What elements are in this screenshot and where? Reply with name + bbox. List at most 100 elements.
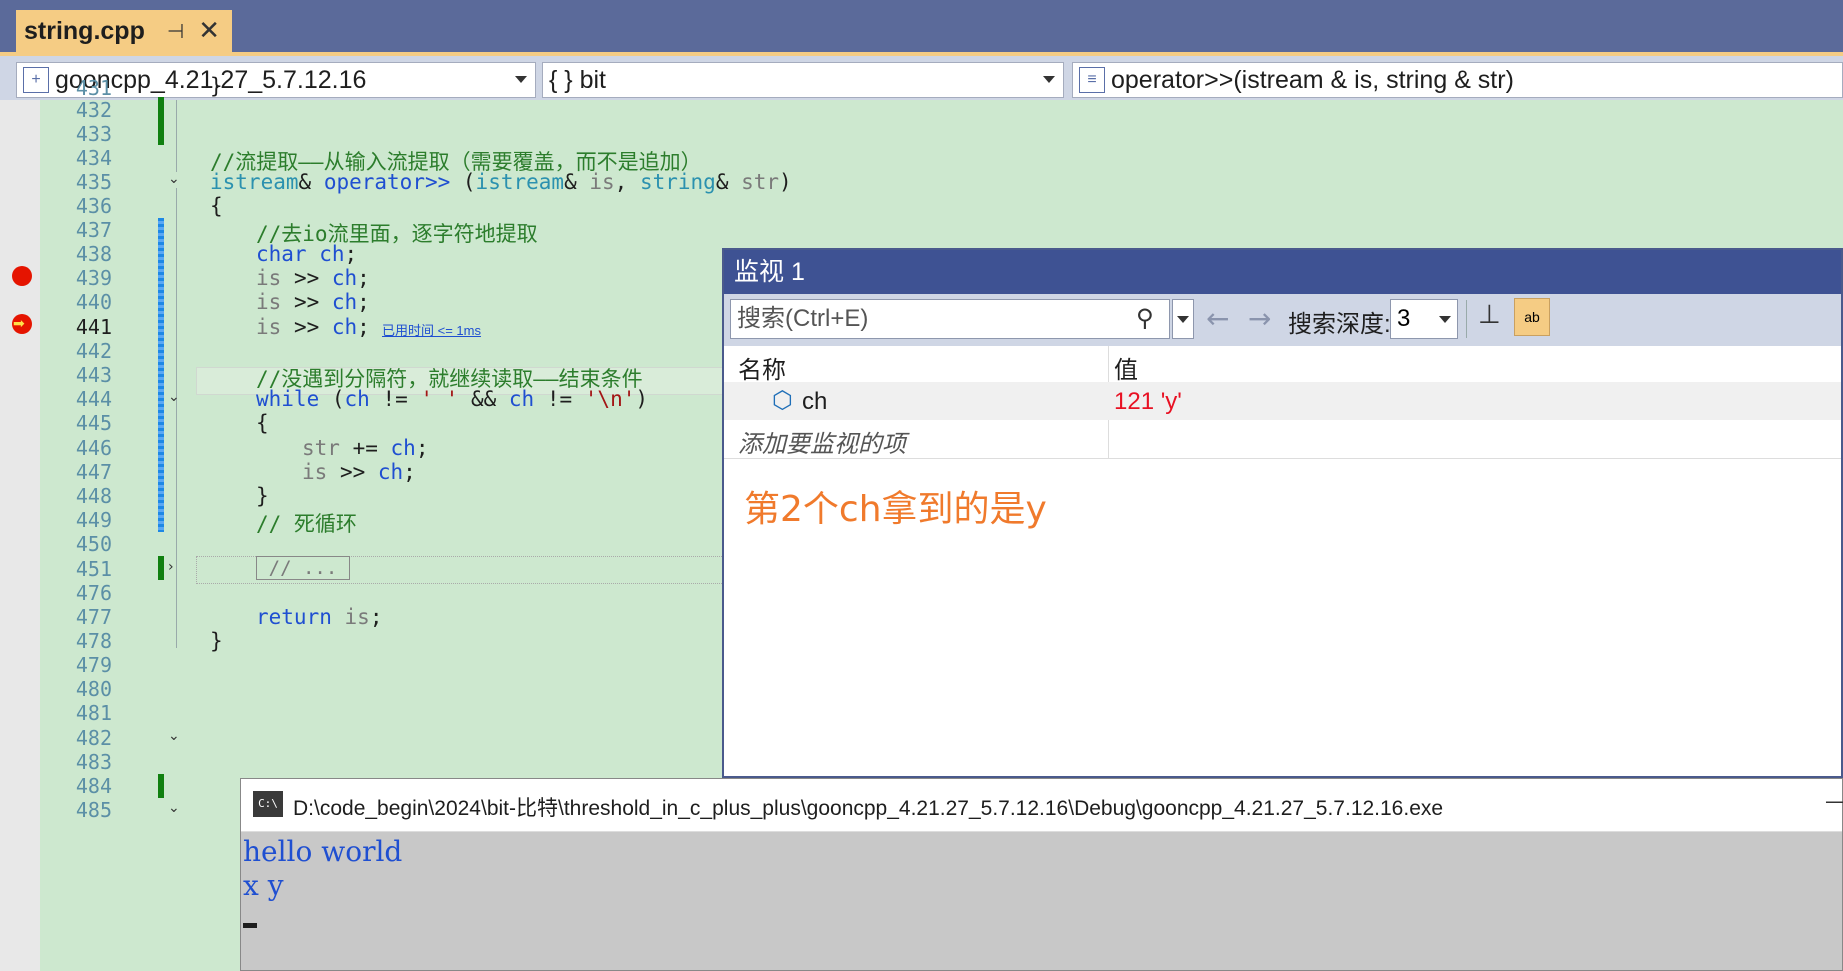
column-divider[interactable] xyxy=(1108,346,1109,382)
line-number: 445 xyxy=(75,411,112,435)
chevron-down-icon xyxy=(1177,316,1189,323)
fold-line xyxy=(176,100,177,172)
line-number: 449 xyxy=(75,508,112,532)
search-depth-label: 搜索深度: xyxy=(1288,311,1391,338)
line-number: 448 xyxy=(75,484,112,508)
hex-display-icon[interactable]: ab xyxy=(1514,298,1550,336)
function-icon: ≡ xyxy=(1079,67,1105,93)
line-number: 439 xyxy=(75,266,112,290)
watch-add-item-row[interactable]: 添加要监视的项 xyxy=(724,420,1841,459)
console-title: D:\code_begin\2024\bit-比特\threshold_in_c… xyxy=(293,797,1444,820)
line-number: 479 xyxy=(75,653,112,677)
column-name-header[interactable]: 名称 xyxy=(738,350,786,385)
line-number: 438 xyxy=(75,242,112,266)
current-statement-arrow-icon: ➡ xyxy=(13,316,25,332)
close-icon[interactable]: ✕ xyxy=(198,18,220,44)
line-number: 478 xyxy=(75,629,112,653)
line-number: 444 xyxy=(75,387,112,411)
line-number: 432 xyxy=(75,98,112,122)
chevron-down-icon[interactable]: ⌄ xyxy=(168,800,180,816)
line-number: 436 xyxy=(75,194,112,218)
line-number: 477 xyxy=(75,605,112,629)
watch-toolbar: 搜索(Ctrl+E) ⚲ ← → 搜索深度: 3 ⊥ ab xyxy=(724,294,1841,346)
column-divider xyxy=(1108,420,1109,458)
elapsed-time-hint[interactable]: 已用时间 <= 1ms xyxy=(382,320,481,339)
search-options-dropdown[interactable] xyxy=(1172,299,1194,339)
watch-row-name: ch xyxy=(802,388,828,415)
change-bar xyxy=(158,556,164,580)
chevron-right-icon[interactable]: › xyxy=(168,559,174,575)
code-line-436: { xyxy=(210,194,223,218)
console-output[interactable]: hello world x y xyxy=(243,835,402,928)
tab-label: string.cpp xyxy=(24,16,145,45)
toolbar-divider xyxy=(1466,300,1467,338)
forward-arrow-icon[interactable]: → xyxy=(1248,302,1271,335)
console-line: hello world xyxy=(243,835,403,868)
code-line-431: } xyxy=(210,74,223,98)
search-depth-value: 3 xyxy=(1397,305,1411,332)
line-number: 484 xyxy=(75,774,112,798)
change-bar xyxy=(158,774,164,798)
code-line-438: char ch; xyxy=(256,242,358,266)
code-line-478: } xyxy=(210,629,223,653)
line-number: 483 xyxy=(75,750,112,774)
line-number: 442 xyxy=(75,339,112,363)
chevron-down-icon[interactable]: ⌄ xyxy=(168,728,180,744)
code-line-447: is >> ch; xyxy=(302,460,416,484)
console-cursor xyxy=(243,923,257,928)
code-line-440: is >> ch; xyxy=(256,290,370,314)
tab-string-cpp[interactable]: string.cpp ⊣ ✕ xyxy=(16,10,232,52)
scope-label: { } bit xyxy=(549,65,606,94)
line-number: 482 xyxy=(75,726,112,750)
code-line-444: while (ch != ' ' && ch != '\n') xyxy=(256,387,649,411)
pin-icon[interactable]: ⊣ xyxy=(167,19,184,43)
search-depth-select[interactable]: 3 xyxy=(1390,299,1458,339)
console-title-bar[interactable]: C:\ D:\code_begin\2024\bit-比特\threshold_… xyxy=(241,779,1843,832)
search-input[interactable]: 搜索(Ctrl+E) xyxy=(730,299,1170,339)
search-icon[interactable]: ⚲ xyxy=(1136,304,1154,332)
column-value-header[interactable]: 值 xyxy=(1114,350,1138,385)
pin-icon[interactable]: ⊥ xyxy=(1478,300,1501,330)
watch-row-value[interactable]: 121 'y' xyxy=(1114,388,1182,416)
line-number: 451 xyxy=(75,557,112,581)
change-bar xyxy=(158,218,164,532)
watch-row[interactable]: ⬡ ch 121 'y' xyxy=(724,382,1841,420)
line-number: 446 xyxy=(75,436,112,460)
code-line-441: is >> ch; xyxy=(256,315,370,339)
annotation-text: 第2个ch拿到的是y xyxy=(744,489,1047,530)
watch-window: 监视 1 搜索(Ctrl+E) ⚲ ← → 搜索深度: 3 ⊥ ab 名称 值 … xyxy=(722,248,1843,778)
breakpoint-icon[interactable] xyxy=(12,266,32,286)
line-number: 437 xyxy=(75,218,112,242)
minimize-icon[interactable]: — xyxy=(1825,789,1843,813)
watch-column-headers: 名称 值 xyxy=(724,346,1841,385)
breakpoint-margin[interactable] xyxy=(0,100,40,971)
code-line-477: return is; xyxy=(256,605,383,629)
function-label: operator>>(istream & is, string & str) xyxy=(1111,65,1514,94)
navigation-bar: + gooncpp_4.21.27_5.7.12.16 { } bit ≡ op… xyxy=(0,52,1843,100)
line-number: 447 xyxy=(75,460,112,484)
line-number: 441 xyxy=(75,315,112,339)
line-number: 443 xyxy=(75,363,112,387)
chevron-down-icon[interactable]: ⌄ xyxy=(168,389,180,405)
scope-dropdown[interactable]: { } bit xyxy=(542,62,1064,98)
variable-icon: ⬡ xyxy=(772,386,793,414)
line-number: 431 xyxy=(75,76,112,100)
add-item-hint[interactable]: 添加要监视的项 xyxy=(738,424,906,459)
line-number: 440 xyxy=(75,290,112,314)
tab-bar: string.cpp ⊣ ✕ xyxy=(0,0,1843,52)
line-number: 485 xyxy=(75,798,112,822)
code-line-445: { xyxy=(256,411,269,435)
line-number: 434 xyxy=(75,146,112,170)
chevron-down-icon[interactable] xyxy=(1043,76,1055,83)
back-arrow-icon[interactable]: ← xyxy=(1206,302,1229,335)
console-window: C:\ D:\code_begin\2024\bit-比特\threshold_… xyxy=(240,778,1843,971)
function-dropdown[interactable]: ≡ operator>>(istream & is, string & str) xyxy=(1072,62,1843,98)
chevron-down-icon[interactable]: ⌄ xyxy=(168,171,180,187)
collapsed-region[interactable]: // ... xyxy=(256,556,350,580)
chevron-down-icon xyxy=(1439,316,1451,323)
code-line-448: } xyxy=(256,484,269,508)
line-number: 435 xyxy=(75,170,112,194)
chevron-down-icon[interactable] xyxy=(515,76,527,83)
watch-title: 监视 1 xyxy=(724,250,1841,294)
console-line: x y xyxy=(243,869,284,902)
